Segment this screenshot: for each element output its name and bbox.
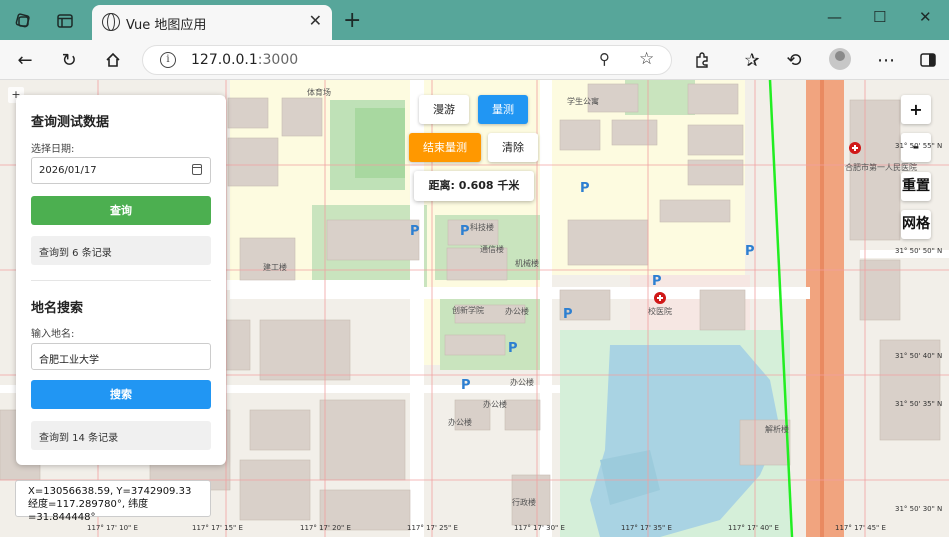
place-input[interactable]: 合肥工业大学 bbox=[31, 343, 211, 370]
zoom-in-button[interactable]: + bbox=[901, 95, 931, 124]
query-panel-title: 查询测试数据 bbox=[31, 115, 110, 130]
svg-text:P: P bbox=[580, 181, 590, 196]
grid-label-bottom: 117° 17' 30" E bbox=[514, 524, 565, 532]
profile-avatar[interactable] bbox=[829, 48, 851, 70]
favorite-star-icon[interactable]: ☆ bbox=[639, 49, 654, 69]
tab-title: Vue 地图应用 bbox=[126, 18, 207, 33]
date-value: 2026/01/17 bbox=[39, 165, 97, 176]
query-button[interactable]: 查询 bbox=[31, 196, 211, 225]
maximize-icon[interactable]: ☐ bbox=[873, 8, 886, 26]
svg-text:通信楼: 通信楼 bbox=[480, 244, 504, 254]
reset-button[interactable]: 重置 bbox=[901, 172, 931, 201]
grid-label-bottom: 117° 17' 15" E bbox=[192, 524, 243, 532]
grid-label-right: 31° 50' 35" N bbox=[895, 400, 943, 408]
window-close-icon[interactable]: ✕ bbox=[919, 8, 932, 26]
svg-text:P: P bbox=[652, 274, 662, 289]
place-label: 输入地名: bbox=[31, 329, 75, 340]
svg-text:办公楼: 办公楼 bbox=[448, 417, 472, 427]
svg-text:P: P bbox=[745, 244, 755, 259]
extensions-icon[interactable] bbox=[690, 48, 714, 72]
svg-text:建工楼: 建工楼 bbox=[263, 262, 287, 272]
date-input[interactable]: 2026/01/17 bbox=[31, 157, 211, 184]
clear-button[interactable]: 清除 bbox=[488, 133, 538, 162]
map-viewport[interactable]: P P P P P P P P 科技楼 通信楼 机械楼 校医院 办公楼 办公楼 办公楼 办… bbox=[0, 80, 949, 537]
site-info-icon[interactable]: i bbox=[160, 52, 176, 68]
svg-text:科技楼: 科技楼 bbox=[470, 222, 494, 232]
vertical-tabs-icon[interactable] bbox=[54, 10, 76, 32]
roam-button[interactable]: 漫游 bbox=[419, 95, 469, 124]
minimize-icon[interactable]: — bbox=[827, 8, 842, 26]
distance-readout: 距离: 0.608 千米 bbox=[414, 171, 534, 201]
grid-label-right: 31° 50' 30" N bbox=[895, 505, 943, 513]
tab-close-icon[interactable]: ✕ bbox=[309, 11, 322, 30]
query-result: 查询到 6 条记录 bbox=[31, 236, 211, 265]
coordinate-readout: X=13056638.59, Y=3742909.33 经度=117.28978… bbox=[15, 480, 211, 523]
grid-label-right: 31° 50' 50" N bbox=[895, 247, 943, 255]
grid-label-bottom: 117° 17' 20" E bbox=[300, 524, 351, 532]
sidebar-toggle-icon[interactable] bbox=[916, 48, 940, 72]
tab-strip: Vue 地图应用 ✕ + — ☐ ✕ bbox=[0, 0, 949, 40]
xy-coords: X=13056638.59, Y=3742909.33 bbox=[28, 486, 192, 497]
url-text: 127.0.0.1:3000 bbox=[191, 52, 299, 68]
active-tab[interactable]: Vue 地图应用 ✕ bbox=[92, 5, 332, 40]
svg-text:创新学院: 创新学院 bbox=[452, 305, 484, 315]
workspaces-icon[interactable] bbox=[12, 10, 34, 32]
lonlat-coords: 经度=117.289780°, 纬度=31.844448° bbox=[28, 499, 149, 523]
svg-text:办公楼: 办公楼 bbox=[483, 399, 507, 409]
search-panel-title: 地名搜索 bbox=[31, 301, 84, 316]
history-icon[interactable]: ⟲ bbox=[782, 48, 806, 72]
svg-text:体育场: 体育场 bbox=[307, 87, 331, 97]
date-label: 选择日期: bbox=[31, 144, 75, 155]
grid-label-bottom: 117° 17' 35" E bbox=[621, 524, 672, 532]
grid-label-right: 31° 50' 55" N bbox=[895, 142, 943, 150]
measure-button[interactable]: 量测 bbox=[478, 95, 528, 124]
svg-text:合肥市第一人民医院: 合肥市第一人民医院 bbox=[845, 162, 917, 172]
svg-text:学生公寓: 学生公寓 bbox=[567, 96, 599, 106]
svg-text:办公楼: 办公楼 bbox=[505, 306, 529, 316]
back-icon[interactable]: ← bbox=[13, 48, 37, 72]
svg-text:P: P bbox=[460, 224, 470, 239]
svg-text:行政楼: 行政楼 bbox=[512, 497, 536, 507]
home-icon[interactable] bbox=[101, 48, 125, 72]
search-button[interactable]: 搜索 bbox=[31, 380, 211, 409]
svg-text:P: P bbox=[410, 224, 420, 239]
more-menu-icon[interactable]: ⋯ bbox=[874, 48, 898, 72]
address-bar[interactable]: i 127.0.0.1:3000 ⚲ ☆ bbox=[142, 45, 672, 75]
svg-text:P: P bbox=[563, 307, 573, 322]
svg-text:办公楼: 办公楼 bbox=[510, 377, 534, 387]
query-panel: 查询测试数据 选择日期: 2026/01/17 查询 查询到 6 条记录 地名搜… bbox=[16, 95, 226, 465]
favorites-icon[interactable]: ✰ bbox=[740, 48, 764, 72]
browser-window: Vue 地图应用 ✕ + — ☐ ✕ ← ↻ i 127.0.0.1:3000 … bbox=[0, 0, 949, 537]
end-measure-button[interactable]: 结束量测 bbox=[409, 133, 481, 162]
svg-text:解析楼: 解析楼 bbox=[765, 424, 789, 434]
refresh-icon[interactable]: ↻ bbox=[57, 48, 81, 72]
svg-text:机械楼: 机械楼 bbox=[515, 258, 539, 268]
grid-label-right: 31° 50' 40" N bbox=[895, 352, 943, 360]
calendar-icon[interactable] bbox=[192, 164, 202, 175]
grid-button[interactable]: 网格 bbox=[901, 210, 931, 239]
grid-label-bottom: 117° 17' 40" E bbox=[728, 524, 779, 532]
grid-label-bottom: 117° 17' 25" E bbox=[407, 524, 458, 532]
grid-label-bottom: 117° 17' 10" E bbox=[87, 524, 138, 532]
globe-icon bbox=[102, 13, 120, 31]
svg-text:P: P bbox=[508, 341, 518, 356]
search-result: 查询到 14 条记录 bbox=[31, 421, 211, 450]
new-tab-icon[interactable]: + bbox=[343, 8, 361, 33]
navigation-bar: ← ↻ i 127.0.0.1:3000 ⚲ ☆ ✰ ⟲ ⋯ bbox=[0, 40, 949, 80]
zoom-icon[interactable]: ⚲ bbox=[599, 50, 610, 68]
grid-label-bottom: 117° 17' 45" E bbox=[835, 524, 886, 532]
svg-text:校医院: 校医院 bbox=[648, 306, 672, 316]
panel-divider bbox=[31, 280, 211, 281]
svg-text:P: P bbox=[461, 378, 471, 393]
